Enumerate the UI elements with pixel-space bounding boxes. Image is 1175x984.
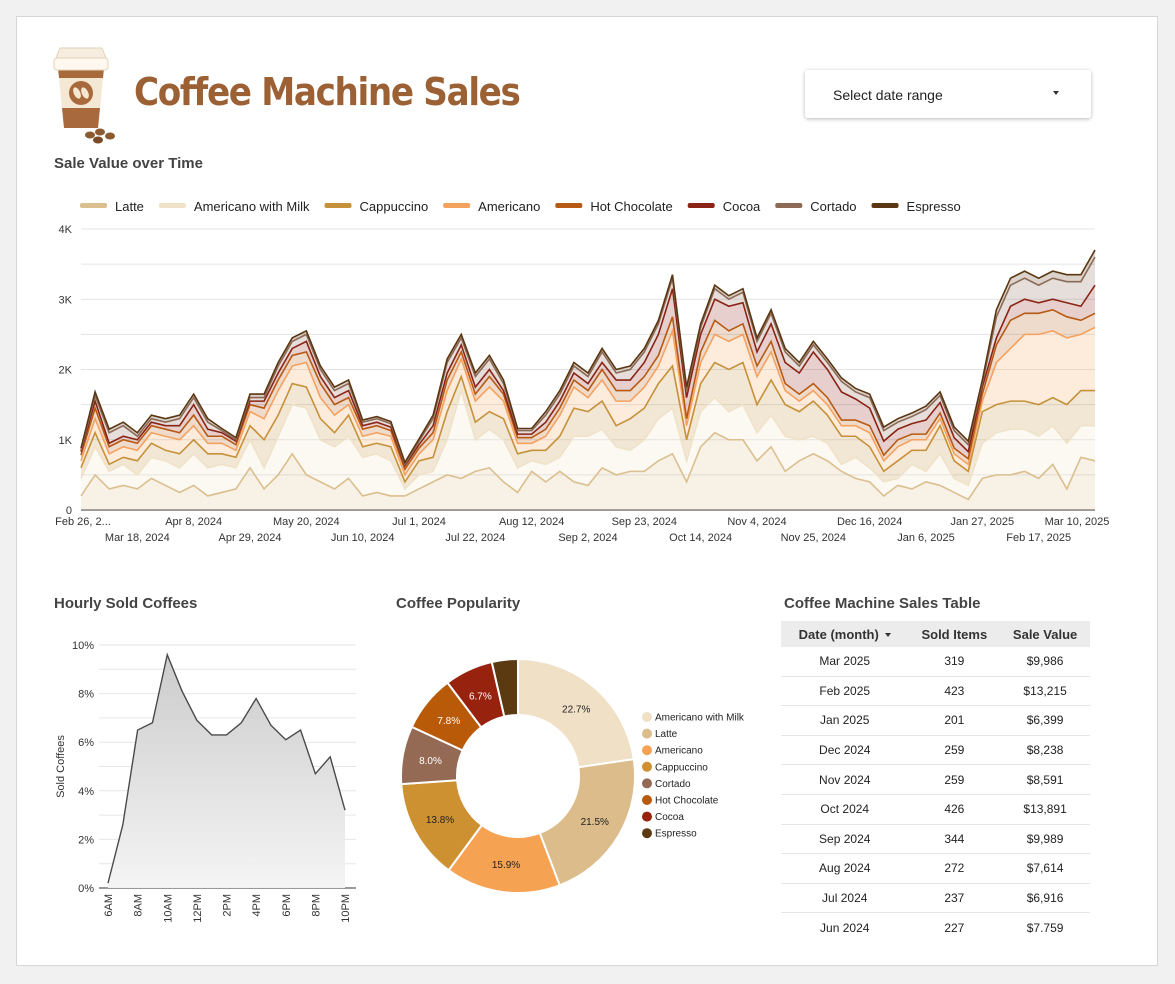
legend-label: Espresso xyxy=(655,829,697,840)
table-cell: 423 xyxy=(908,675,1001,706)
sales-table-title: Coffee Machine Sales Table xyxy=(784,595,981,612)
sort-down-icon xyxy=(884,633,891,638)
x-tick-label: Nov 25, 2024 xyxy=(781,532,846,544)
table-row: Aug 2024 272 $7,614 xyxy=(781,853,1090,884)
table-cell: 259 xyxy=(908,764,1001,795)
sales-table: Date (month) Sold Items Sale Value Mar 2… xyxy=(781,621,1090,942)
table-cell: 319 xyxy=(944,654,965,669)
table-cell: $9,989 xyxy=(1000,823,1090,854)
legend-swatch xyxy=(871,203,899,208)
table-cell: $8,238 xyxy=(1000,734,1090,765)
legend-label: Espresso xyxy=(907,199,961,214)
table-row: Mar 2025 319 $9,986 xyxy=(781,647,1090,676)
legend-label: Americano with Milk xyxy=(655,713,745,724)
legend-dot xyxy=(642,795,652,805)
slice-label: 6.7% xyxy=(469,691,492,702)
legend-label: Latte xyxy=(655,729,678,740)
legend-label: Cocoa xyxy=(655,812,684,823)
table-cell: Jun 2024 xyxy=(781,912,909,942)
legend-label: Americano xyxy=(655,746,703,757)
legend-dot xyxy=(642,828,652,839)
col-header-date[interactable]: Date (month) xyxy=(781,621,909,647)
table-cell: Mar 2025 xyxy=(819,654,871,669)
table-cell: Feb 2025 xyxy=(781,675,909,706)
legend-label: Cappuccino xyxy=(655,762,708,773)
table-cell: Oct 2024 xyxy=(781,793,909,825)
table-cell: Dec 2024 xyxy=(781,734,909,765)
slice-label: 15.9% xyxy=(492,860,520,871)
legend-dot xyxy=(642,811,652,822)
table-cell: 272 xyxy=(908,853,1001,884)
table-cell: 227 xyxy=(908,912,1001,942)
table-cell: Sep 2024 xyxy=(781,823,909,854)
x-tick-label: Feb 17, 2025 xyxy=(1006,532,1071,544)
table-cell: Aug 2024 xyxy=(781,853,909,884)
table-header-row: Date (month) Sold Items Sale Value xyxy=(781,621,1090,647)
table-cell: 259 xyxy=(908,734,1001,765)
table-row: Feb 2025 423 $13,215 xyxy=(781,675,1090,706)
table-row: Jan 2025 201 $6,399 xyxy=(781,705,1090,736)
col-header-sale-value[interactable]: Sale Value xyxy=(1000,621,1090,647)
legend-label: Cortado xyxy=(655,779,691,790)
legend-label: Hot Chocolate xyxy=(655,796,719,807)
legend-dot xyxy=(642,712,652,722)
table-cell: 237 xyxy=(908,882,1001,913)
legend-dot xyxy=(642,745,652,756)
legend-label: Cortado xyxy=(810,199,856,214)
x-tick-label: Jan 27, 2025 xyxy=(951,516,1015,528)
table-cell: 201 xyxy=(908,705,1001,736)
x-tick-label: Mar 10, 2025 xyxy=(1045,516,1110,528)
table-cell: $13,891 xyxy=(1000,793,1090,825)
table-cell: $13,215 xyxy=(1000,675,1090,706)
table-row: Dec 2024 259 $8,238 xyxy=(781,734,1090,765)
table-cell: $9,986 xyxy=(1026,654,1064,669)
table-cell: 344 xyxy=(908,823,1001,854)
legend-dot xyxy=(642,728,652,739)
legend-dot xyxy=(642,778,652,789)
table-cell: $7,614 xyxy=(1000,853,1090,884)
table-cell: Jan 2025 xyxy=(781,705,909,736)
table-cell: $6,399 xyxy=(1000,705,1090,736)
table-cell: 426 xyxy=(908,793,1001,825)
table-row: Nov 2024 259 $8,591 xyxy=(781,764,1090,795)
slice-label: 8.0% xyxy=(419,756,442,767)
table-cell: $7.759 xyxy=(1000,912,1090,942)
table-cell: Jul 2024 xyxy=(781,882,909,913)
table-row: Oct 2024 426 $13,891 xyxy=(781,793,1090,825)
legend-dot xyxy=(642,761,652,772)
popularity-donut-chart: 22.7% 21.5% 15.9% 13.8% 8.0% 7.8% 6.7% American… xyxy=(400,657,745,894)
table-row: Sep 2024 344 $9,989 xyxy=(781,823,1090,854)
table-row: Jul 2024 237 $6,916 xyxy=(781,882,1090,913)
x-tick-label: Dec 16, 2024 xyxy=(837,516,902,528)
table-cell: $8,591 xyxy=(1000,764,1090,795)
table-row: Jun 2024 227 $7.759 xyxy=(781,912,1090,942)
slice-label: 21.5% xyxy=(581,817,609,828)
table-cell: Nov 2024 xyxy=(781,764,909,795)
slice-label: 22.7% xyxy=(562,705,590,716)
table-cell: $6,916 xyxy=(1000,882,1090,913)
col-header-sold-items[interactable]: Sold Items xyxy=(908,621,1001,647)
x-tick-label: Jan 6, 2025 xyxy=(897,532,955,544)
slice-label: 13.8% xyxy=(426,815,454,826)
slice-label: 7.8% xyxy=(437,716,460,727)
